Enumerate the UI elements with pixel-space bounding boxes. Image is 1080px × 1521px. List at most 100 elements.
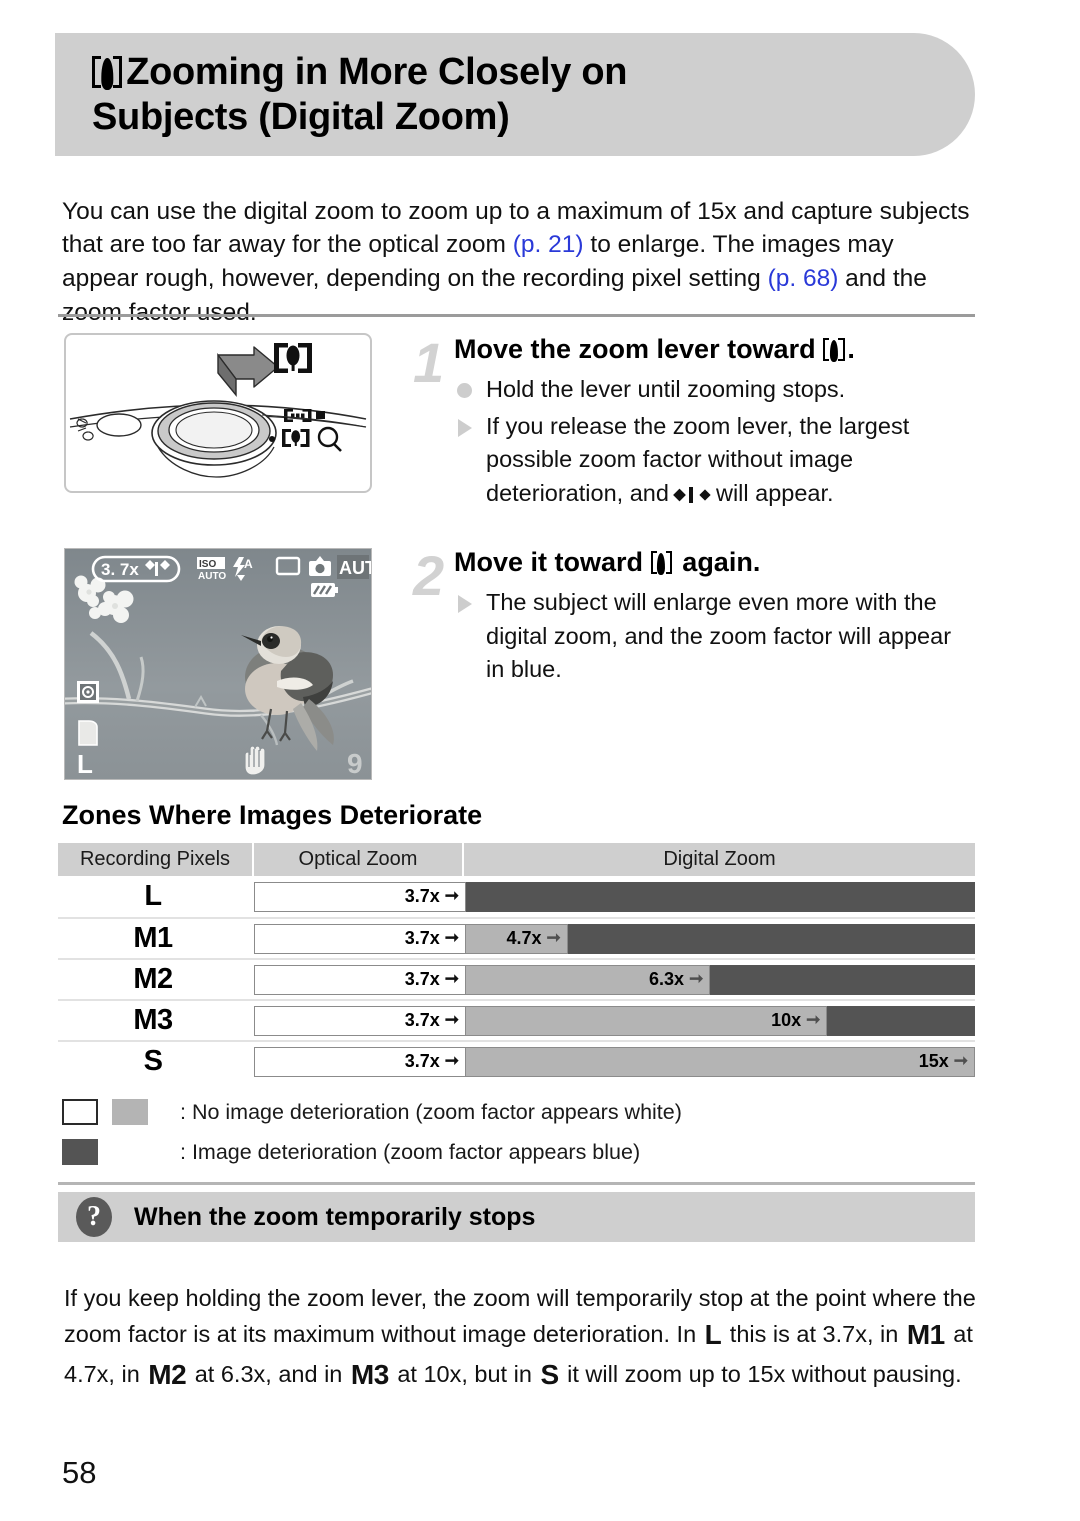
digital-zoom-clean-segment: 15x ➞ (466, 1046, 975, 1077)
page-title-line2: Subjects (Digital Zoom) (92, 95, 510, 138)
svg-text:A: A (244, 557, 253, 571)
step-1-title-pre: Move the zoom lever toward (454, 334, 824, 364)
step-2-title-pre: Move it toward (454, 547, 651, 577)
table-row: M3 3.7x ➞ 10x ➞ (58, 999, 975, 1040)
lcd-mode-auto: AUTO (337, 555, 371, 579)
optical-zoom-segment: 3.7x ➞ (254, 923, 466, 954)
row-bars: 3.7x ➞ 10x ➞ (254, 1005, 975, 1036)
table-row: M2 3.7x ➞ 6.3x ➞ (58, 958, 975, 999)
tip-text-4: at 6.3x, and in (188, 1360, 349, 1387)
optical-zoom-value: 3.7x (404, 886, 440, 906)
digital-zoom-value: 10x (771, 1010, 802, 1030)
digital-zoom-deteriorated-segment (567, 923, 975, 954)
digital-zoom-clean-segment: 10x ➞ (466, 1005, 828, 1036)
page-number: 58 (62, 1455, 97, 1490)
lcd-battery-icon (311, 583, 338, 597)
pixel-label-L: L (704, 1318, 722, 1350)
tip-divider (58, 1182, 975, 1185)
legend-swatch-white (62, 1099, 98, 1125)
arrow-icon: ➞ (444, 969, 459, 988)
row-bars: 3.7x ➞ 15x ➞ (254, 1046, 975, 1077)
row-bars: 3.7x ➞ (254, 881, 975, 912)
legend-row-no-deterioration: : No image deterioration (zoom factor ap… (62, 1092, 979, 1132)
page-title: Zooming in More Closely on Subjects (Dig… (55, 50, 657, 140)
question-mark-icon: ? (76, 1197, 112, 1237)
arrow-icon: ➞ (444, 928, 459, 947)
digital-zoom-track: 6.3x ➞ (466, 964, 975, 995)
step-1-bullets: Hold the lever until zooming stops. If y… (454, 373, 974, 511)
row-bars: 3.7x ➞ 6.3x ➞ (254, 964, 975, 995)
arrow-icon: ➞ (689, 969, 704, 988)
svg-text:ISO: ISO (199, 559, 216, 570)
row-label-M1: M1 (133, 922, 173, 954)
optical-zoom-segment: 3.7x ➞ (254, 1046, 466, 1077)
tip-text-5: at 10x, but in (390, 1360, 539, 1387)
svg-text:AUTO: AUTO (339, 558, 371, 578)
arrow-icon: ➞ (444, 1010, 459, 1029)
page-title-line1: Zooming in More Closely on (126, 50, 628, 93)
arrow-icon: ➞ (444, 1051, 459, 1070)
column-header-optical-zoom: Optical Zoom (254, 843, 464, 876)
svg-text:3. 7x: 3. 7x (101, 560, 139, 579)
pixel-label-S: S (540, 1358, 559, 1390)
svg-text:L: L (77, 749, 93, 779)
row-label-M2: M2 (133, 963, 173, 995)
telephoto-label-icon (274, 343, 312, 373)
column-header-recording-pixels: Recording Pixels (58, 843, 254, 876)
legend-text-no-deterioration: : No image deterioration (zoom factor ap… (180, 1099, 682, 1124)
step-1-title-post: . (847, 334, 855, 364)
optical-zoom-segment: 3.7x ➞ (254, 1005, 466, 1036)
row-bars: 3.7x ➞ 4.7x ➞ (254, 923, 975, 954)
zones-section-title: Zones Where Images Deteriorate (62, 800, 483, 830)
zones-table-header: Recording Pixels Optical Zoom Digital Zo… (58, 843, 975, 876)
tip-text-6: it will zoom up to 15x without pausing. (560, 1360, 962, 1387)
tip-text-2: this is at 3.7x, in (723, 1320, 905, 1347)
step-1-title: Move the zoom lever toward . (454, 333, 974, 367)
camera-zoom-lever-illustration (64, 333, 372, 493)
digital-zoom-track: 4.7x ➞ (466, 923, 975, 954)
table-row: M1 3.7x ➞ 4.7x ➞ (58, 917, 975, 958)
arrow-icon: ➞ (806, 1010, 821, 1029)
legend-swatch-gray (112, 1099, 148, 1125)
arrow-icon: ➞ (953, 1051, 968, 1070)
zones-table-body: L 3.7x ➞ M1 3.7x ➞ 4.7x ➞ M2 3.7x ➞ 6.3x ➞ M3 3.7x ➞ 10x… (58, 876, 975, 1081)
optical-zoom-value: 3.7x (404, 969, 440, 989)
tip-header-bar: ? When the zoom temporarily stops (58, 1192, 975, 1242)
optical-zoom-segment: 3.7x ➞ (254, 881, 466, 912)
optical-zoom-value: 3.7x (404, 1010, 440, 1030)
legend-row-deterioration: : Image deterioration (zoom factor appea… (62, 1132, 979, 1172)
page-reference-68[interactable]: (p. 68) (768, 265, 839, 292)
digital-zoom-clean-segment: 4.7x ➞ (466, 923, 568, 954)
digital-zoom-track (466, 881, 975, 912)
optical-zoom-segment: 3.7x ➞ (254, 964, 466, 995)
step-1-bullet-2: If you release the zoom lever, the large… (454, 410, 974, 511)
digital-zoom-deteriorated-segment (466, 881, 975, 912)
pixel-label-M1: M1 (906, 1318, 945, 1350)
digital-zoom-track: 10x ➞ (466, 1005, 975, 1036)
page-reference-21[interactable]: (p. 21) (513, 231, 584, 258)
row-label-S: S (143, 1045, 163, 1077)
step-2-title-post: again. (674, 547, 761, 577)
step-1-bullet-2-post: will appear. (709, 480, 834, 507)
intro-paragraph: You can use the digital zoom to zoom up … (62, 195, 972, 330)
table-row: L 3.7x ➞ (58, 876, 975, 917)
svg-text:AUTO: AUTO (198, 571, 226, 582)
step-2-title: Move it toward again. (454, 546, 974, 580)
optical-zoom-value: 3.7x (404, 928, 440, 948)
digital-zoom-clean-segment: 6.3x ➞ (466, 964, 711, 995)
lcd-af-frame-icon (77, 681, 99, 703)
arrow-icon: ➞ (444, 886, 459, 905)
telephoto-tree-icon (823, 338, 845, 363)
tip-body-text: If you keep holding the zoom lever, the … (64, 1282, 976, 1395)
svg-text:9: 9 (347, 748, 363, 779)
digital-zoom-value: 15x (918, 1051, 949, 1071)
row-label-L: L (144, 880, 162, 912)
column-header-digital-zoom: Digital Zoom (464, 843, 975, 876)
digital-zoom-value: 6.3x (649, 969, 685, 989)
arrow-icon: ➞ (546, 928, 561, 947)
pixel-label-M2: M2 (148, 1358, 187, 1390)
section-divider (58, 314, 975, 317)
digital-zoom-deteriorated-segment (710, 964, 975, 995)
legend-text-deterioration: : Image deterioration (zoom factor appea… (180, 1139, 641, 1164)
row-label-M3: M3 (133, 1004, 173, 1036)
